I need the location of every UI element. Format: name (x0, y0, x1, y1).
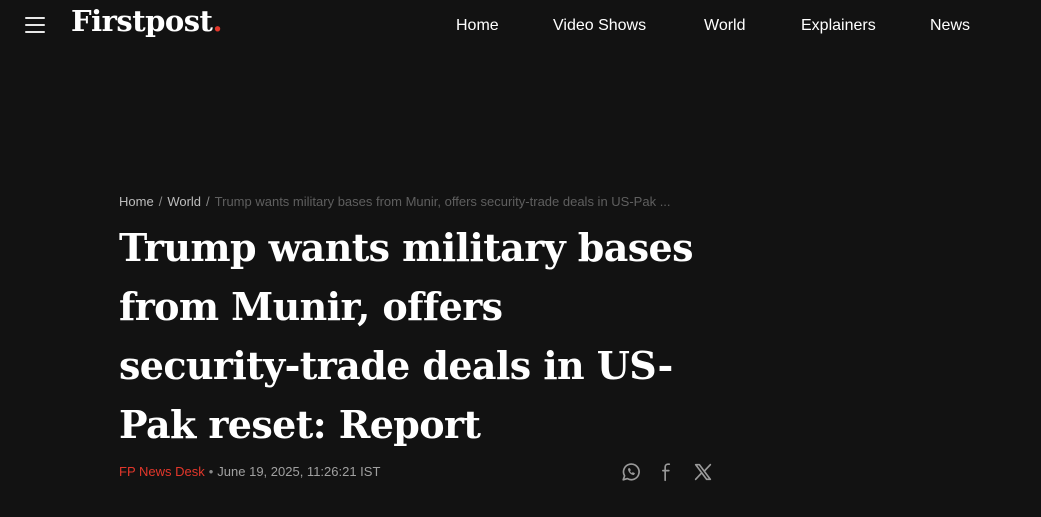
nav-explainers[interactable]: Explainers (801, 16, 876, 36)
breadcrumb-current: Trump wants military bases from Munir, o… (214, 194, 671, 209)
article-headline: Trump wants military bases from Munir, o… (119, 225, 693, 447)
publish-date: June 19, 2025, 11:26:21 IST (217, 464, 381, 479)
meta-bullet: • (208, 464, 214, 479)
nav-news[interactable]: News (930, 16, 970, 36)
nav-home[interactable]: Home (456, 16, 499, 36)
facebook-icon[interactable] (656, 461, 678, 483)
nav-video-shows[interactable]: Video Shows (553, 16, 646, 36)
top-navigation-bar: Firstpost. Home Video Shows World Explai… (0, 0, 1041, 52)
author-link[interactable]: FP News Desk (119, 464, 205, 479)
nav-world[interactable]: World (704, 16, 746, 36)
hamburger-menu-icon[interactable] (25, 17, 45, 33)
logo-text: Firstpost (71, 4, 213, 38)
x-icon[interactable] (692, 461, 714, 483)
logo-dot: . (212, 4, 223, 38)
breadcrumb-separator: / (158, 194, 163, 209)
firstpost-logo[interactable]: Firstpost. (71, 4, 223, 38)
breadcrumb: Home / World / Trump wants military bases fr… (119, 194, 719, 210)
breadcrumb-home[interactable]: Home (119, 194, 154, 209)
article-meta: FP News Desk • June 19, 2025, 11:26:21 IST (119, 464, 380, 480)
breadcrumb-world[interactable]: World (167, 194, 201, 209)
breadcrumb-separator: / (206, 194, 210, 209)
whatsapp-icon[interactable] (620, 461, 642, 483)
